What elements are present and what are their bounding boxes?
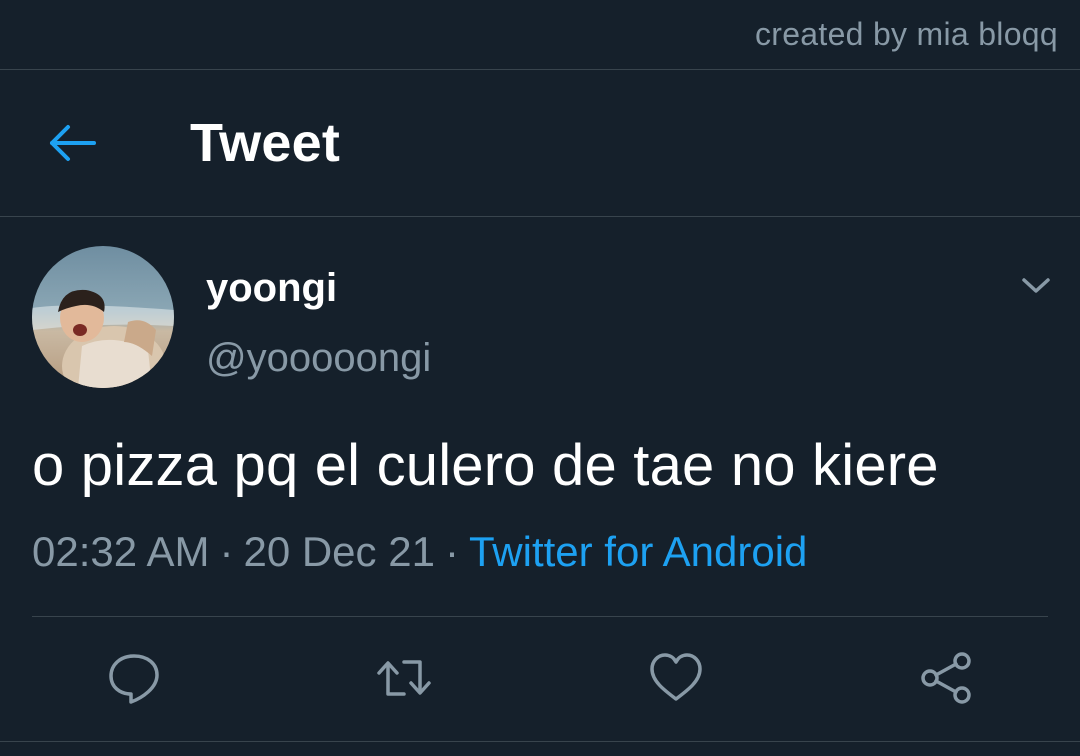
back-button[interactable]: [48, 120, 100, 166]
share-icon: [921, 652, 971, 704]
retweet-icon: [377, 660, 431, 696]
tweet-text: o pizza pq el culero de tae no kiere: [32, 433, 939, 498]
header-divider: [0, 216, 1080, 217]
watermark-text: created by mia bloqq: [754, 16, 1058, 52]
meta-separator: ·: [219, 528, 234, 575]
heart-icon: [650, 653, 702, 701]
more-options-button[interactable]: [1018, 272, 1054, 298]
actions-divider: [32, 616, 1048, 617]
profile-photo: [32, 246, 174, 388]
author-display-name[interactable]: yoongi: [206, 266, 337, 311]
meta-separator: ·: [444, 528, 459, 575]
tweet-time: 02:32 AM: [32, 528, 210, 575]
avatar[interactable]: [32, 246, 174, 388]
header-bar: Tweet: [0, 70, 1080, 216]
speech-bubble-icon: [109, 654, 159, 704]
like-button[interactable]: [646, 648, 706, 708]
arrow-left-icon: [50, 125, 96, 161]
chevron-down-icon: [1022, 278, 1050, 293]
tweet-meta: 02:32 AM · 20 Dec 21 · Twitter for Android: [32, 528, 807, 576]
reply-button[interactable]: [104, 648, 164, 708]
page-title: Tweet: [190, 113, 341, 173]
tweet-date: 20 Dec 21: [243, 528, 435, 575]
tweet-source-link[interactable]: Twitter for Android: [469, 528, 807, 575]
share-button[interactable]: [916, 648, 976, 708]
author-handle[interactable]: @yooooongi: [206, 336, 431, 381]
bottom-divider: [0, 741, 1080, 742]
retweet-button[interactable]: [374, 648, 434, 708]
